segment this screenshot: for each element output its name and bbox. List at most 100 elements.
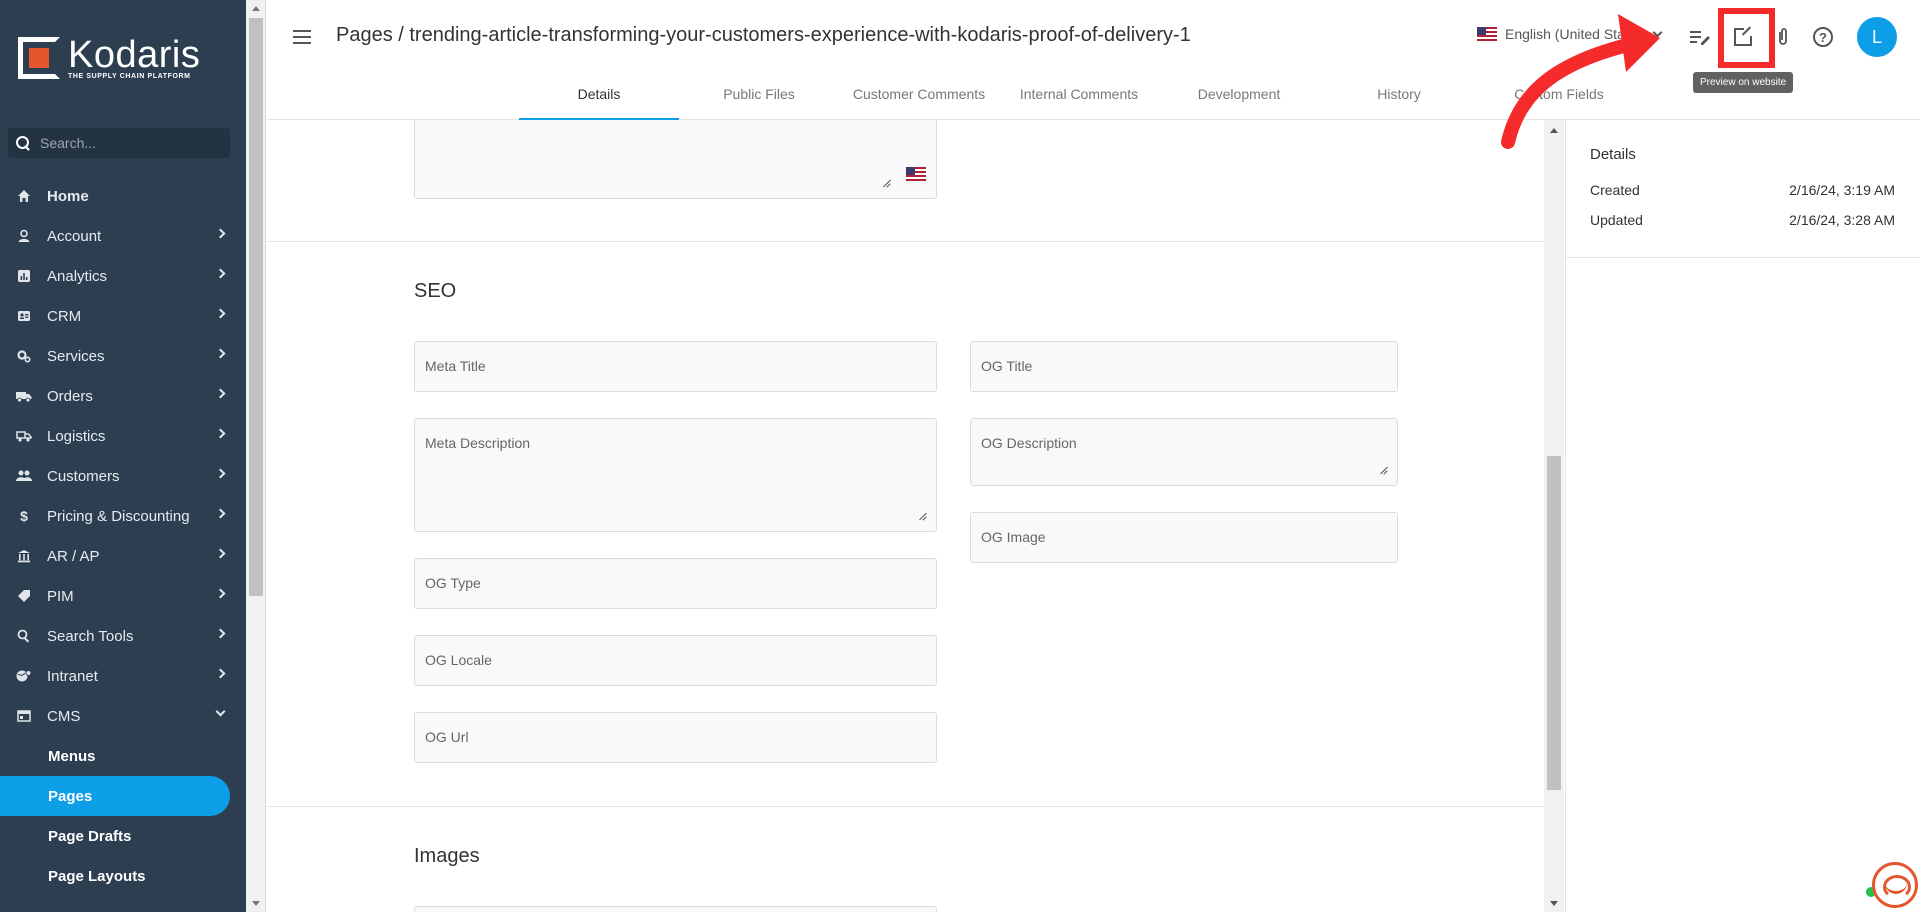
updated-value: 2/16/24, 3:28 AM (1789, 212, 1895, 228)
resize-handle-icon[interactable] (882, 180, 890, 188)
og-description-label: OG Description (981, 435, 1077, 451)
sidebar-item-label: Services (47, 347, 105, 365)
avatar[interactable]: L (1857, 17, 1897, 57)
sidebar-item-label: PIM (47, 587, 74, 605)
globe-gear-icon (16, 668, 32, 684)
tab-details[interactable]: Details (519, 76, 679, 120)
chat-support-icon[interactable] (1872, 862, 1918, 908)
scroll-up-arrow-icon[interactable] (252, 6, 260, 11)
kodaris-logo[interactable]: Kodaris THE SUPPLY CHAIN PLATFORM (18, 36, 200, 80)
us-flag-icon[interactable] (906, 167, 926, 181)
kodaris-logo-icon (18, 37, 60, 79)
og-image-field[interactable]: OG Image (970, 512, 1398, 563)
sidebar-item-customers[interactable]: Customers (0, 456, 246, 496)
sidebar-item-home[interactable]: Home (0, 176, 246, 216)
chevron-right-icon (215, 308, 226, 319)
resize-handle-icon[interactable] (918, 513, 926, 521)
contact-card-icon (16, 308, 32, 324)
og-locale-label: OG Locale (425, 652, 492, 668)
updated-label: Updated (1590, 212, 1643, 228)
sidebar-item-label: AR / AP (47, 547, 100, 565)
main-scrollbar[interactable] (1544, 120, 1564, 912)
sidebar-subitem-pages[interactable]: Pages (0, 776, 230, 816)
sidebar-item-label: Logistics (47, 427, 106, 445)
sidebar-item-ar-ap[interactable]: AR / AP (0, 536, 246, 576)
chevron-right-icon (215, 548, 226, 559)
chevron-right-icon (215, 348, 226, 359)
sidebar-item-services[interactable]: Services (0, 336, 246, 376)
chevron-right-icon (215, 628, 226, 639)
scroll-down-arrow-icon[interactable] (1550, 901, 1558, 906)
sidebar-scrollbar[interactable] (246, 0, 266, 912)
main-scrollbar-thumb[interactable] (1547, 456, 1561, 790)
tab-public-files[interactable]: Public Files (679, 76, 839, 120)
sidebar-item-account[interactable]: Account (0, 216, 246, 256)
language-selector[interactable]: English (United States) (1477, 26, 1663, 42)
us-flag-icon (1477, 27, 1497, 41)
sidebar-nav: Home Account Analytics CRM Services Orde… (0, 176, 246, 896)
details-panel-title: Details (1590, 146, 1636, 163)
chevron-right-icon (215, 588, 226, 599)
page-header: Pages / trending-article-transforming-yo… (267, 0, 1920, 120)
sidebar-item-pricing-discounting[interactable]: $ Pricing & Discounting (0, 496, 246, 536)
help-icon[interactable]: ? (1810, 24, 1836, 50)
sidebar-subitem-page-drafts[interactable]: Page Drafts (0, 816, 246, 856)
sidebar-scrollbar-thumb[interactable] (249, 18, 263, 596)
scroll-up-arrow-icon[interactable] (1550, 128, 1558, 133)
shipping-icon (16, 428, 32, 444)
sidebar-item-logistics[interactable]: Logistics (0, 416, 246, 456)
sidebar-subitem-menus[interactable]: Menus (0, 736, 246, 776)
resize-handle-icon[interactable] (1379, 467, 1387, 475)
sidebar-item-label: Analytics (47, 267, 108, 285)
seo-section-title: SEO (414, 280, 457, 302)
og-url-field[interactable]: OG Url (414, 712, 937, 763)
og-type-field[interactable]: OG Type (414, 558, 937, 609)
og-title-label: OG Title (981, 358, 1033, 374)
brand-name: Kodaris (68, 34, 201, 76)
gears-icon (16, 348, 32, 364)
sidebar: Kodaris THE SUPPLY CHAIN PLATFORM Home A… (0, 0, 246, 912)
window-icon (16, 708, 32, 724)
sidebar-item-analytics[interactable]: Analytics (0, 256, 246, 296)
edit-list-icon[interactable] (1687, 24, 1713, 50)
sidebar-item-label: Pricing & Discounting (47, 507, 190, 525)
sidebar-item-orders[interactable]: Orders (0, 376, 246, 416)
images-section-title: Images (414, 845, 480, 867)
og-image-label: OG Image (981, 529, 1046, 545)
tab-development[interactable]: Development (1159, 76, 1319, 120)
sidebar-item-cms[interactable]: CMS (0, 696, 246, 736)
meta-title-field[interactable]: Meta Title (414, 341, 937, 392)
hamburger-menu-icon[interactable] (293, 30, 311, 44)
description-textarea[interactable] (414, 120, 937, 199)
sidebar-item-intranet[interactable]: Intranet (0, 656, 246, 696)
sidebar-item-crm[interactable]: CRM (0, 296, 246, 336)
dollar-icon: $ (20, 508, 28, 524)
language-label: English (United States) (1505, 26, 1649, 42)
sidebar-item-search-tools[interactable]: Search Tools (0, 616, 246, 656)
scroll-down-arrow-icon[interactable] (252, 901, 260, 906)
chevron-right-icon (215, 508, 226, 519)
paperclip-icon[interactable] (1770, 24, 1796, 50)
sidebar-subitem-page-layouts[interactable]: Page Layouts (0, 856, 246, 896)
og-description-field[interactable]: OG Description (970, 418, 1398, 486)
section-divider (267, 241, 1544, 242)
tab-customer-comments[interactable]: Customer Comments (839, 76, 999, 120)
sidebar-item-label: Account (47, 227, 102, 245)
sidebar-item-label: Customers (47, 467, 120, 485)
og-locale-field[interactable]: OG Locale (414, 635, 937, 686)
tab-history[interactable]: History (1319, 76, 1479, 120)
chevron-right-icon (215, 468, 226, 479)
tab-custom-fields[interactable]: Custom Fields (1479, 76, 1639, 120)
created-row: Created 2/16/24, 3:19 AM (1590, 182, 1895, 198)
meta-description-label: Meta Description (425, 435, 531, 451)
sidebar-item-label: Search Tools (47, 627, 134, 645)
image-field[interactable] (414, 906, 937, 912)
tab-internal-comments[interactable]: Internal Comments (999, 76, 1159, 120)
sidebar-search-input[interactable] (40, 135, 220, 151)
chevron-down-icon (215, 706, 226, 717)
og-title-field[interactable]: OG Title (970, 341, 1398, 392)
meta-description-field[interactable]: Meta Description (414, 418, 937, 532)
truck-icon (16, 388, 32, 404)
sidebar-item-pim[interactable]: PIM (0, 576, 246, 616)
open-in-new-icon[interactable] (1730, 24, 1756, 50)
